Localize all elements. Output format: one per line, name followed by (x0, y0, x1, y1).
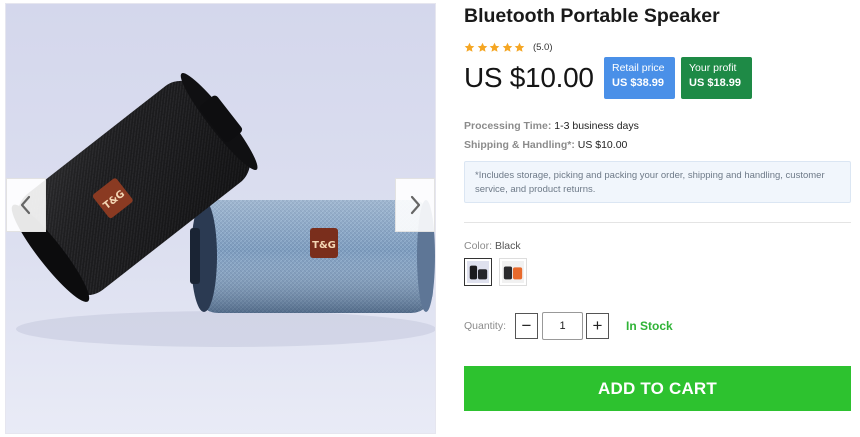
shipping-handling: Shipping & Handling*: US $10.00 (464, 139, 627, 151)
quantity-input[interactable] (542, 312, 583, 340)
retail-price-value: US $38.99 (612, 77, 664, 90)
shipping-notice: *Includes storage, picking and packing y… (464, 161, 851, 203)
product-price: US $10.00 (464, 62, 594, 93)
star-icon (477, 42, 487, 52)
profit-value: US $18.99 (689, 77, 741, 90)
swatch-black[interactable] (464, 258, 492, 286)
add-to-cart-button[interactable]: ADD TO CART (464, 366, 851, 411)
swatch-black-thumbnail (467, 261, 489, 283)
profit-label: Your profit (689, 62, 737, 74)
retail-price-label: Retail price (612, 62, 665, 74)
gallery-next-button[interactable] (395, 178, 435, 232)
gallery-prev-button[interactable] (6, 178, 46, 232)
processing-time-label: Processing Time: (464, 120, 552, 132)
profit-badge: Your profit US $18.99 (681, 57, 752, 99)
shipping-value: US $10.00 (577, 139, 628, 151)
product-info: Bluetooth Portable Speaker (5.0) US $10.… (464, 0, 851, 437)
processing-time-value: 1-3 business days (554, 120, 639, 132)
quantity-label: Quantity: (464, 320, 507, 332)
product-photo: T&G T&G (6, 4, 435, 433)
processing-time: Processing Time: 1-3 business days (464, 120, 639, 132)
retail-price-badge: Retail price US $38.99 (604, 57, 675, 99)
product-title: Bluetooth Portable Speaker (464, 5, 720, 27)
selected-color: Black (494, 240, 521, 252)
quantity-increase-button[interactable]: + (586, 313, 609, 339)
stock-status: In Stock (626, 319, 673, 333)
chevron-left-icon (20, 195, 31, 215)
rating-value: (5.0) (532, 42, 553, 53)
chevron-right-icon (410, 195, 421, 215)
rating: (5.0) (464, 42, 553, 53)
star-icon (489, 42, 500, 52)
shipping-label: Shipping & Handling*: (464, 139, 575, 151)
blue-speaker-logo: T&G (312, 240, 336, 251)
swatch-orange[interactable] (499, 258, 527, 286)
star-icon (515, 42, 525, 52)
color-swatches (464, 258, 534, 286)
product-image-gallery: T&G T&G (5, 3, 436, 434)
divider (464, 222, 851, 223)
quantity-decrease-button[interactable]: − (515, 313, 538, 339)
star-icon (502, 42, 513, 52)
color-selector-label: Color: Black (464, 240, 521, 252)
swatch-orange-thumbnail (502, 261, 524, 283)
star-icon (464, 42, 475, 52)
color-label: Color: (464, 240, 493, 252)
